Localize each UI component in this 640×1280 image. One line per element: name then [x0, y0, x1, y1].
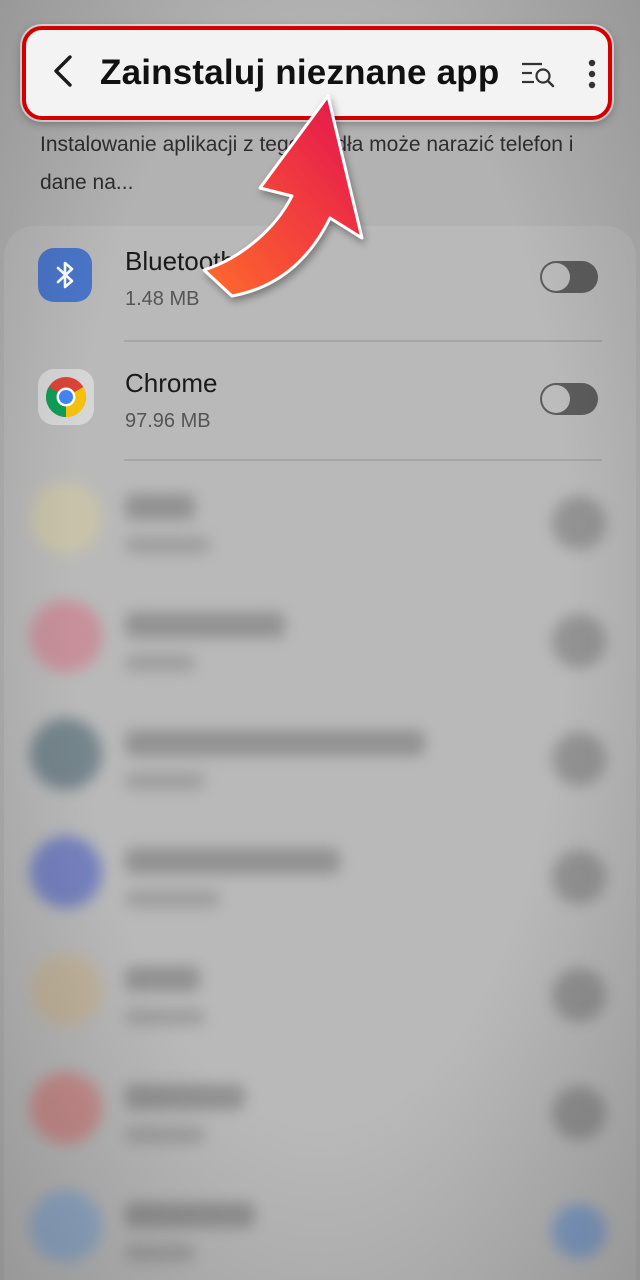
more-options-button[interactable] — [574, 56, 610, 96]
bluetooth-toggle[interactable] — [540, 261, 598, 293]
list-item-blurred[interactable] — [0, 1172, 640, 1280]
app-icon — [30, 954, 102, 1026]
app-size: 97.96 MB — [125, 410, 211, 432]
bluetooth-icon — [38, 248, 92, 302]
app-icon — [30, 836, 102, 908]
list-item-blurred[interactable] — [0, 936, 640, 1054]
list-item-blurred[interactable] — [0, 818, 640, 936]
list-item-chrome[interactable]: Chrome 97.96 MB — [0, 344, 640, 462]
divider — [124, 340, 602, 342]
list-item-blurred[interactable] — [0, 700, 640, 818]
app-size: 1.48 MB — [125, 288, 200, 310]
list-item-blurred[interactable] — [0, 1054, 640, 1172]
back-button[interactable] — [38, 43, 90, 103]
app-icon — [30, 482, 102, 554]
toggle-knob — [542, 385, 570, 413]
app-icon — [30, 718, 102, 790]
toggle-knob — [542, 263, 570, 291]
list-item-blurred[interactable] — [0, 582, 640, 700]
chrome-icon — [38, 369, 94, 425]
back-arrow-icon — [50, 53, 78, 94]
page-title: Zainstaluj nieznane app — [100, 53, 500, 92]
more-vertical-icon — [587, 59, 597, 94]
list-item-bluetooth[interactable]: Bluetooth 1.48 MB — [0, 222, 640, 340]
app-name: Bluetooth — [125, 246, 235, 276]
app-icon — [30, 600, 102, 672]
search-button[interactable] — [518, 56, 558, 96]
divider — [124, 459, 602, 461]
chrome-toggle[interactable] — [540, 383, 598, 415]
app-icon — [30, 1072, 102, 1144]
app-name: Chrome — [125, 368, 218, 398]
warning-description: Instalowanie aplikacji z tego źródła moż… — [40, 133, 574, 194]
search-list-icon — [520, 59, 556, 94]
screen: Zainstaluj nieznane app Instalowanie apl… — [0, 0, 640, 1280]
app-bar: Zainstaluj nieznane app — [22, 26, 612, 120]
list-item-blurred[interactable] — [0, 464, 640, 582]
app-icon — [30, 1190, 102, 1262]
